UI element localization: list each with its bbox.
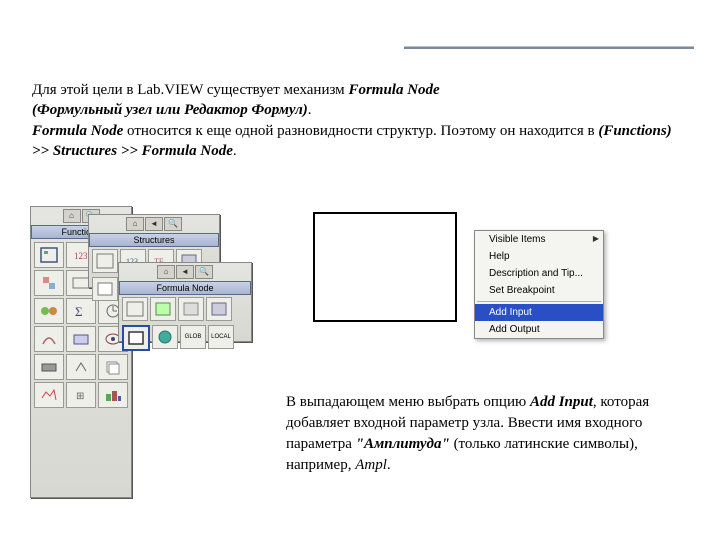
menu-item-help[interactable]: Help — [475, 248, 603, 265]
palette-cell[interactable] — [178, 297, 204, 321]
palette-cell[interactable] — [34, 298, 64, 324]
context-menu: Visible Items▶ Help Description and Tip.… — [474, 230, 604, 339]
translation: (Формульный узел или Редактор Формул) — [32, 102, 308, 118]
palette-cell[interactable] — [150, 297, 176, 321]
paragraph-2: В выпадающем меню выбрать опцию Add Inpu… — [286, 392, 686, 476]
svg-text:123: 123 — [74, 251, 88, 261]
formula-node-palette: ⌂ ◄ 🔍 Formula Node GLOB LOCAL — [118, 262, 252, 342]
search-icon[interactable]: 🔍 — [195, 265, 213, 279]
palette-cell[interactable] — [34, 242, 64, 268]
formula-node-cell[interactable] — [122, 325, 150, 351]
svg-text:⊞: ⊞ — [76, 391, 84, 402]
formula-node-box[interactable] — [313, 212, 457, 322]
add-input-bold: Add Input — [530, 394, 593, 410]
local-cell[interactable]: LOCAL — [208, 325, 234, 349]
text: . — [387, 457, 391, 473]
palette-title: Formula Node — [119, 281, 251, 295]
palette-cell[interactable] — [122, 297, 148, 321]
nav-back-icon[interactable]: ◄ — [176, 265, 194, 279]
palette-cell[interactable] — [66, 326, 96, 352]
menu-item-add-output[interactable]: Add Output — [475, 321, 603, 338]
text: . — [233, 143, 237, 159]
palette-cell[interactable] — [98, 354, 128, 380]
palette-cell[interactable] — [152, 325, 178, 349]
amplituda-bold: "Амплитуда" — [356, 436, 450, 452]
labview-palette-screenshot: ⌂ 🔍 Functions 123 abc Σ ⊞ ⌂ — [30, 206, 260, 496]
palette-title: Structures — [89, 233, 219, 247]
ampl-italic: Ampl — [355, 457, 387, 473]
text: Для этой цели в Lab.VIEW существует меха… — [32, 82, 348, 98]
nav-up-icon[interactable]: ⌂ — [157, 265, 175, 279]
text: В выпадающем меню выбрать опцию — [286, 394, 530, 410]
paragraph-1: Для этой цели в Lab.VIEW существует меха… — [32, 80, 682, 161]
palette-cell[interactable] — [206, 297, 232, 321]
search-icon[interactable]: 🔍 — [164, 217, 182, 231]
menu-item-add-input[interactable]: Add Input — [475, 304, 603, 321]
text: . — [308, 102, 312, 118]
palette-cell[interactable] — [34, 326, 64, 352]
svg-text:Σ: Σ — [75, 304, 83, 319]
text: относится к еще одной разновидности стру… — [127, 123, 598, 139]
palette-cell[interactable]: ⊞ — [66, 382, 96, 408]
formula-node-bold: Formula Node — [348, 82, 439, 98]
palette-cell[interactable] — [34, 270, 64, 296]
top-rule — [404, 46, 694, 49]
submenu-arrow-icon: ▶ — [593, 234, 599, 243]
palette-cell[interactable] — [66, 354, 96, 380]
menu-item-description[interactable]: Description and Tip... — [475, 265, 603, 282]
palette-cell[interactable] — [98, 382, 128, 408]
palette-cell[interactable] — [34, 354, 64, 380]
glob-cell[interactable]: GLOB — [180, 325, 206, 349]
palette-cell[interactable] — [92, 277, 118, 301]
nav-up-icon[interactable]: ⌂ — [126, 217, 144, 231]
menu-separator — [477, 301, 601, 302]
formula-node-bold2: Formula Node — [32, 123, 123, 139]
menu-item-visible-items[interactable]: Visible Items▶ — [475, 231, 603, 248]
palette-cell[interactable] — [34, 382, 64, 408]
menu-item-breakpoint[interactable]: Set Breakpoint — [475, 282, 603, 299]
nav-back-icon[interactable]: ◄ — [145, 217, 163, 231]
nav-up-icon[interactable]: ⌂ — [63, 209, 81, 223]
palette-cell[interactable] — [92, 249, 118, 273]
